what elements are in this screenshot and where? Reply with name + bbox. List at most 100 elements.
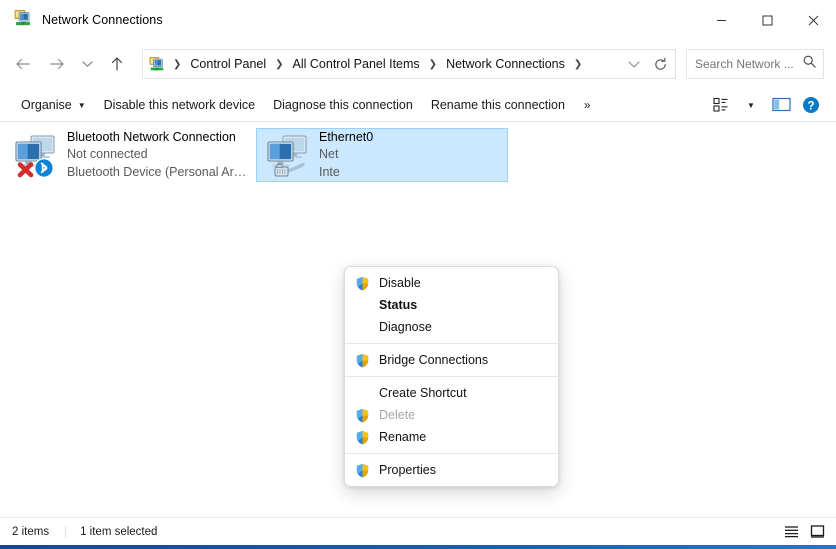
organise-button[interactable]: Organise ▼ [12,94,95,116]
shield-icon [353,352,371,368]
minimize-button[interactable] [698,0,744,40]
view-layout-icon [712,97,727,112]
large-icons-view-button[interactable] [804,521,830,543]
address-dropdown-button[interactable] [621,51,647,77]
back-button[interactable] [6,49,40,79]
context-menu-item-label: Rename [379,430,427,444]
breadcrumb-item-all-control-panel-items[interactable]: All Control Panel Items [288,55,425,73]
connection-name: Bluetooth Network Connection [67,130,236,145]
shield-icon [353,275,371,291]
arrow-up-icon [111,57,123,71]
up-button[interactable] [100,49,134,79]
details-view-button[interactable] [778,521,804,543]
ethernet-network-adapter-icon [263,131,311,179]
context-menu-item-label: Diagnose [379,320,432,334]
diagnose-connection-button[interactable]: Diagnose this connection [264,94,422,116]
context-menu-item-label: Properties [379,463,436,477]
window-title: Network Connections [42,13,163,27]
context-menu-separator [345,376,558,377]
connections-list-area[interactable]: Bluetooth Network Connection Not connect… [0,122,836,517]
context-menu-item-label: Delete [379,408,416,422]
connection-device: Inte [319,164,340,179]
arrow-right-icon [50,58,64,70]
context-menu-item-diagnose[interactable]: Diagnose [345,316,558,338]
search-icon[interactable] [802,54,817,74]
context-menu-item-disable[interactable]: Disable [345,272,558,294]
context-menu-item-properties[interactable]: Properties [345,459,558,481]
status-bar: 2 items 1 item selected [0,517,836,545]
chevron-down-icon: ▼ [77,100,86,110]
more-commands-button[interactable]: » [574,94,600,116]
context-menu-separator [345,453,558,454]
change-view-button[interactable] [706,92,736,118]
context-menu-item-label: Status [379,298,418,312]
status-item-count: 2 items [12,525,50,538]
context-menu-item-label: Create Shortcut [379,386,467,400]
shield-icon [353,407,371,423]
search-box[interactable] [686,49,824,79]
svg-text:?: ? [807,100,814,112]
menu-icon-placeholder [353,319,371,335]
address-bar[interactable]: ❯ Control Panel ❯ All Control Panel Item… [142,49,676,79]
organise-label: Organise [21,97,72,112]
shield-icon [353,429,371,445]
maximize-button[interactable] [744,0,790,40]
rename-connection-button[interactable]: Rename this connection [422,94,574,116]
recent-locations-button[interactable] [74,49,100,79]
bluetooth-network-adapter-icon [11,131,59,179]
help-icon: ? [803,96,819,113]
minimize-icon [716,19,726,21]
title-bar-left: Network Connections [0,9,163,32]
connection-status: Not connected [67,147,148,162]
address-bar-location-icon [149,56,165,72]
breadcrumb-separator-icon: ❯ [173,58,182,70]
context-menu-item-rename[interactable]: Rename [345,426,558,448]
search-input[interactable] [695,57,802,71]
list-item[interactable]: Ethernet0 Net Inte [256,128,508,182]
window-bottom-accent [0,545,836,549]
breadcrumb-item-control-panel[interactable]: Control Panel [185,55,271,73]
breadcrumb-separator-icon: ❯ [573,58,583,70]
connections-list: Bluetooth Network Connection Not connect… [0,122,836,188]
refresh-button[interactable] [647,51,673,77]
breadcrumb: ❯ Control Panel ❯ All Control Panel Item… [169,55,621,73]
change-view-dropdown-button[interactable]: ▼ [736,92,766,118]
shield-icon [353,462,371,478]
title-bar: Network Connections [0,0,836,40]
list-item[interactable]: Bluetooth Network Connection Not connect… [4,128,256,182]
window-controls [698,0,836,40]
preview-pane-icon [771,97,791,112]
context-menu-item-status[interactable]: Status [345,294,558,316]
close-button[interactable] [790,0,836,40]
context-menu-separator [345,343,558,344]
connection-name: Ethernet0 [319,130,374,145]
command-bar: Organise ▼ Disable this network device D… [0,88,836,122]
refresh-icon [654,57,666,70]
details-view-icon [784,526,798,538]
network-connections-icon [14,9,32,32]
context-menu-item-label: Disable [379,276,421,290]
large-icons-view-icon [810,525,824,538]
network-connections-window: Network Connections ❯ Control Panel ❯ Al… [0,0,836,549]
preview-pane-button[interactable] [766,92,796,118]
navigation-bar: ❯ Control Panel ❯ All Control Panel Item… [0,40,836,88]
close-icon [808,15,818,25]
context-menu-item-delete: Delete [345,404,558,426]
chevron-down-icon [628,60,640,68]
maximize-icon [762,15,772,25]
breadcrumb-separator-icon: ❯ [428,58,438,70]
list-item-text: Ethernet0 Net Inte [319,129,373,181]
breadcrumb-item-network-connections[interactable]: Network Connections [441,55,570,73]
connection-device: Bluetooth Device (Personal Area ... [67,164,249,179]
menu-icon-placeholder [353,385,371,401]
forward-button[interactable] [40,49,74,79]
chevron-down-icon: ▼ [747,100,755,110]
chevron-down-icon [81,61,93,67]
context-menu-item-label: Bridge Connections [379,353,489,367]
disable-network-device-button[interactable]: Disable this network device [95,94,264,116]
help-button[interactable]: ? [796,92,826,118]
list-item-text: Bluetooth Network Connection Not connect… [67,129,249,181]
context-menu-item-bridge-connections[interactable]: Bridge Connections [345,349,558,371]
context-menu: Disable Status Diagnose Bridge Connectio… [344,266,559,487]
context-menu-item-create-shortcut[interactable]: Create Shortcut [345,382,558,404]
